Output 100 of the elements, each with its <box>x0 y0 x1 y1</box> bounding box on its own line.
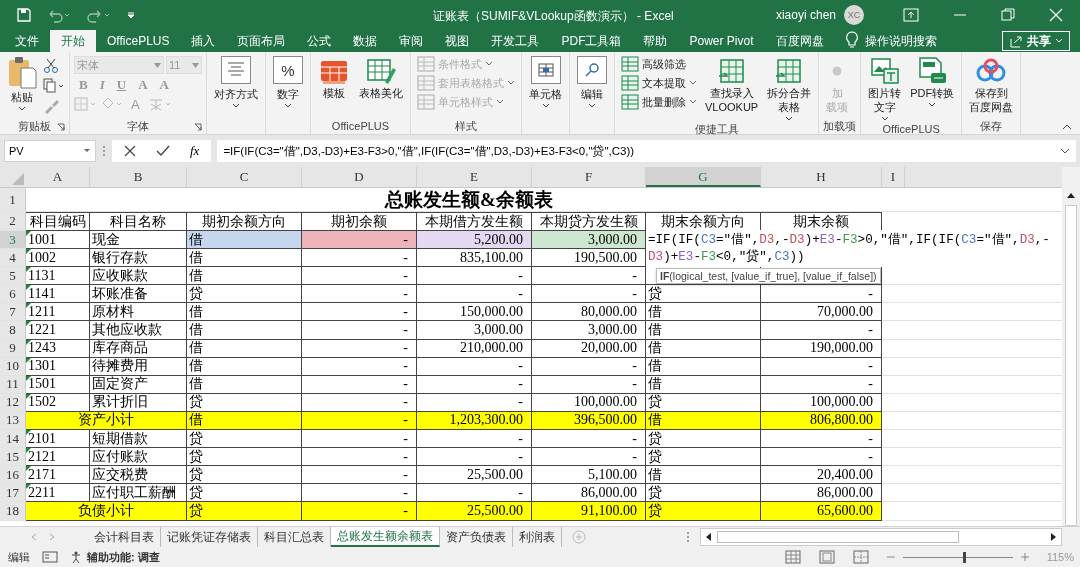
ribbon-button[interactable]: 批量删除 <box>619 94 699 110</box>
ribbon-button[interactable]: 文本提取 <box>619 75 699 91</box>
ribbon-tab[interactable]: OfficePLUS <box>96 30 181 52</box>
table-cell: 2101 <box>26 430 90 449</box>
scroll-left-icon[interactable] <box>705 533 713 541</box>
table-cell: - <box>302 357 417 376</box>
ribbon-tab[interactable]: 帮助 <box>632 30 679 52</box>
ribbon-tab[interactable]: 开始 <box>50 30 96 52</box>
formula-field[interactable]: =IF(IF(C3="借",D3,-D3)+E3-F3>0,"借",IF(IF(C3="借",D3,-D3)+E3-F3<0,"贷",C3)) <box>217 140 1076 162</box>
dialog-launcher-icon[interactable] <box>57 123 65 131</box>
ribbon-button[interactable]: 对齐方式 <box>211 56 261 109</box>
ribbon-display-icon[interactable] <box>903 8 919 22</box>
table-cell: 1131 <box>26 267 90 286</box>
cell-editor[interactable]: =IF(IF(C3="借",D3,-D3)+E3-F3>0,"借",IF(IF(C3="借",D3,- D3)+E3-F3<0,"贷",C3)) <box>646 230 1062 267</box>
table-cell: 贷 <box>187 466 302 485</box>
table-cell: 固定资产 <box>90 375 187 394</box>
row-header[interactable]: 17 <box>0 484 26 502</box>
normal-view-icon[interactable] <box>784 550 801 564</box>
close-icon[interactable] <box>1049 8 1063 22</box>
more-icon[interactable] <box>686 531 690 543</box>
copy-icon[interactable] <box>43 78 65 94</box>
cut-icon[interactable] <box>43 58 59 74</box>
restore-icon[interactable] <box>1001 8 1015 22</box>
expand-icon[interactable] <box>1060 148 1070 154</box>
table-cell: - <box>302 375 417 394</box>
row-header[interactable]: 2 <box>0 212 26 230</box>
ribbon-tab[interactable]: 审阅 <box>388 30 435 52</box>
column-header[interactable]: C <box>187 167 302 187</box>
paste-button[interactable]: 粘贴 <box>4 56 40 112</box>
formula-text: )+ <box>804 233 820 247</box>
insert-function-button[interactable]: fx <box>190 143 200 159</box>
ribbon-button[interactable]: 编辑 <box>574 56 610 109</box>
zoom-slider-thumb[interactable] <box>963 551 967 563</box>
zoom-in-icon[interactable] <box>1020 553 1029 561</box>
share-button[interactable]: 共享 <box>1002 31 1070 51</box>
page-layout-icon[interactable] <box>818 550 835 564</box>
ribbon-tab[interactable]: 页面布局 <box>226 30 297 52</box>
row-header[interactable]: 1 <box>0 188 26 211</box>
lightbulb-icon[interactable] <box>844 31 859 49</box>
ribbon-tab[interactable]: 数据 <box>342 30 389 52</box>
cell-reference: E3 <box>678 250 694 264</box>
cell-reference: D3 <box>648 250 664 264</box>
row-header[interactable]: 3 <box>0 231 26 249</box>
scroll-up-icon[interactable] <box>1066 191 1076 199</box>
vertical-scrollbar[interactable] <box>1062 167 1080 526</box>
table-cell: 5,200.00 <box>417 231 532 250</box>
ribbon-button[interactable]: PDF转换 <box>907 56 958 108</box>
ribbon-tab[interactable]: 插入 <box>180 30 227 52</box>
accessibility-status[interactable]: 辅助功能: 调查 <box>87 549 160 565</box>
ribbon-button[interactable]: 拆分合并 表格 <box>764 56 815 122</box>
row-header[interactable]: 4 <box>0 249 26 267</box>
ribbon-tab[interactable]: 百度网盘 <box>764 30 835 52</box>
column-header[interactable]: E <box>417 167 532 187</box>
customize-icon[interactable] <box>126 10 136 20</box>
page-break-icon[interactable] <box>852 550 869 564</box>
ribbon-tab[interactable]: 公式 <box>296 30 343 52</box>
ribbon-button[interactable]: 图片转 文字 <box>865 56 905 122</box>
save-icon[interactable] <box>16 7 32 23</box>
macro-record-icon[interactable] <box>42 551 58 563</box>
name-box[interactable]: PV <box>4 140 96 162</box>
cell-reference: D3 <box>759 233 775 247</box>
scroll-right-icon[interactable] <box>1049 533 1057 541</box>
ribbon-button[interactable]: 单元格 <box>526 56 565 109</box>
ribbon-tab[interactable]: Power Pivot <box>678 30 765 52</box>
row-header[interactable]: 14 <box>0 430 26 448</box>
ribbon-button[interactable]: 保存到 百度网盘 <box>966 56 1017 114</box>
collapse-ribbon-icon[interactable] <box>1062 124 1072 130</box>
ribbon-button[interactable]: 模板 <box>315 56 353 100</box>
row-header[interactable]: 18 <box>0 502 26 520</box>
ribbon-tab[interactable]: 开发工具 <box>480 30 551 52</box>
row-header[interactable]: 15 <box>0 448 26 466</box>
table-cell: - <box>302 303 417 322</box>
column-header[interactable]: B <box>90 167 187 187</box>
column-header[interactable]: I <box>882 167 905 187</box>
column-header[interactable]: A <box>26 167 90 187</box>
row-header[interactable]: 8 <box>0 321 26 339</box>
ribbon-tab[interactable]: PDF工具箱 <box>550 30 633 52</box>
cancel-icon[interactable] <box>124 145 136 157</box>
dialog-launcher-icon[interactable] <box>194 123 202 131</box>
horizontal-scrollbar[interactable] <box>700 528 1062 546</box>
sheet-tab[interactable]: 总账发生额余额表 <box>331 527 440 547</box>
row-header[interactable]: 16 <box>0 466 26 484</box>
table-cell: 其他应收款 <box>90 321 187 340</box>
row-header[interactable]: 5 <box>0 267 26 285</box>
row-header[interactable]: 6 <box>0 285 26 303</box>
ribbon-tab[interactable]: 视图 <box>434 30 481 52</box>
format-painter-icon[interactable] <box>43 98 59 114</box>
column-header[interactable]: H <box>761 167 882 187</box>
ribbon-button[interactable]: 查找录入 VLOOKUP <box>702 56 762 114</box>
table-cell: - <box>761 357 882 376</box>
enter-icon[interactable] <box>156 145 170 157</box>
row-header[interactable]: 7 <box>0 303 26 321</box>
ribbon-button[interactable]: % 数字 <box>270 56 306 109</box>
ribbon-tab[interactable]: 文件 <box>4 30 50 52</box>
column-header[interactable]: D <box>302 167 417 187</box>
column-header[interactable]: G <box>646 167 761 187</box>
table-cell: - <box>532 430 646 449</box>
tell-me-search[interactable]: 操作说明搜索 <box>864 30 937 52</box>
ribbon-button[interactable]: 表格美化 <box>356 56 406 100</box>
ribbon-button[interactable]: 高级筛选 <box>619 56 699 72</box>
